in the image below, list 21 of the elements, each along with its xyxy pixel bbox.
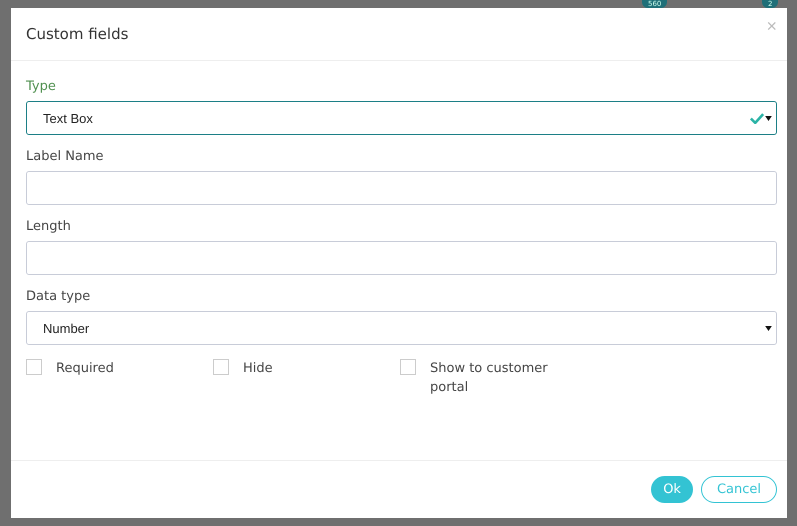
checkmark-icon: [750, 112, 764, 124]
checkbox-label: Required: [56, 360, 115, 378]
close-button[interactable]: ×: [766, 16, 777, 37]
checkbox[interactable]: [400, 359, 416, 375]
field-label: Label Name: [26, 149, 105, 164]
select-field[interactable]: Text Box: [26, 101, 777, 135]
dialog-title: Custom fields: [26, 25, 128, 43]
checkbox[interactable]: [26, 359, 42, 375]
cancel-button[interactable]: Cancel: [700, 476, 777, 503]
input-field[interactable]: [26, 171, 777, 205]
field-label: Type: [26, 79, 57, 94]
caret-icon: [765, 116, 772, 120]
select-field[interactable]: Number: [26, 311, 777, 345]
ok-button[interactable]: Ok: [651, 476, 693, 503]
checkbox[interactable]: [213, 359, 229, 375]
checkbox-label: Hide: [243, 360, 274, 378]
field-label: Length: [26, 219, 72, 234]
input-field[interactable]: [26, 241, 777, 275]
field-label: Data type: [26, 289, 92, 304]
checkbox-label: Show to customer portal: [430, 360, 549, 397]
caret-icon: [765, 326, 772, 330]
